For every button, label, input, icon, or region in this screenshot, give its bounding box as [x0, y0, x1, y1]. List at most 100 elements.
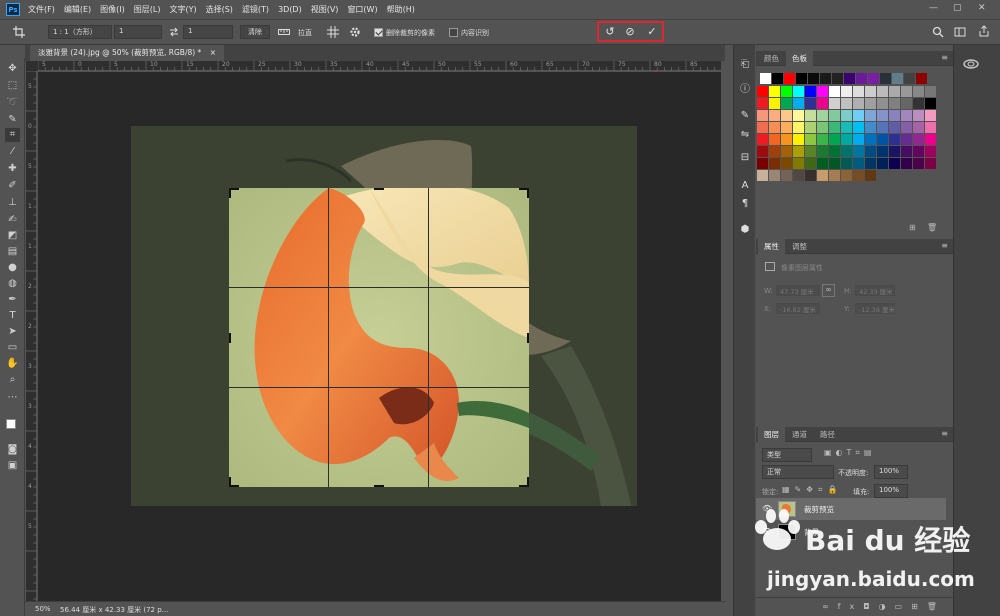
menu-edit[interactable]: 编辑(E) [64, 4, 91, 15]
crop-width-input[interactable]: 1 [114, 25, 162, 39]
swatch[interactable] [796, 73, 807, 84]
swatch[interactable] [793, 158, 804, 169]
creative-cloud-icon[interactable] [962, 57, 980, 71]
swatch[interactable] [829, 86, 840, 97]
swatch[interactable] [865, 86, 876, 97]
swatch[interactable] [877, 146, 888, 157]
swatch[interactable] [913, 122, 924, 133]
pen-tool-icon[interactable]: ✒ [5, 293, 20, 307]
swatch[interactable] [925, 122, 936, 133]
crop-handle-sw[interactable] [229, 477, 231, 487]
crop-height-input[interactable]: 1 [183, 25, 233, 39]
layer-row-background[interactable]: 👁 背景 [756, 521, 946, 543]
swatch[interactable] [757, 86, 768, 97]
swatch[interactable] [757, 146, 768, 157]
screen-mode-icon[interactable]: ▣ [5, 459, 20, 473]
eye-icon[interactable]: 👁 [762, 527, 772, 536]
foreground-color-swatch[interactable] [6, 419, 16, 429]
swatch[interactable] [853, 98, 864, 109]
swatch[interactable] [901, 110, 912, 121]
link-icon[interactable]: ∞ [822, 284, 835, 297]
delete-swatch-icon[interactable]: 🗑 [927, 223, 937, 232]
swatch[interactable] [925, 134, 936, 145]
quick-select-tool-icon[interactable]: ✎ [5, 113, 20, 127]
document-size[interactable]: 56.44 厘米 x 42.33 厘米 (72 p... [60, 605, 168, 615]
zoom-level[interactable]: 50% [35, 605, 51, 613]
swatch[interactable] [805, 170, 816, 181]
history-panel-icon[interactable]: ⎗ [738, 58, 752, 72]
swatch[interactable] [901, 98, 912, 109]
workspace-icon[interactable] [954, 26, 966, 38]
swatch[interactable] [913, 98, 924, 109]
straighten-icon[interactable] [278, 28, 290, 36]
document-tab[interactable]: 淡雅背景 (24).jpg @ 50% (裁剪预览, RGB/8) * × [30, 45, 224, 61]
swatch[interactable] [829, 98, 840, 109]
swatch[interactable] [781, 86, 792, 97]
crop-tool-icon[interactable]: ⌗ [5, 128, 20, 142]
marquee-tool-icon[interactable]: ⬚ [5, 79, 20, 93]
swatch[interactable] [901, 122, 912, 133]
swatch[interactable] [784, 73, 795, 84]
swatch[interactable] [853, 86, 864, 97]
menu-view[interactable]: 视图(V) [311, 4, 339, 15]
swatch[interactable] [901, 146, 912, 157]
swatch[interactable] [916, 73, 927, 84]
crop-box[interactable] [229, 188, 529, 487]
close-window-button[interactable]: ✕ [978, 3, 986, 13]
blur-tool-icon[interactable]: ● [5, 261, 20, 275]
swatch[interactable] [853, 170, 864, 181]
fill-field[interactable]: 100% [874, 484, 908, 498]
swatches-grid[interactable] [756, 71, 953, 231]
minimize-button[interactable]: — [929, 3, 938, 13]
swatch[interactable] [769, 170, 780, 181]
height-field[interactable]: 42.33 厘米 [855, 285, 895, 296]
swatch[interactable] [877, 122, 888, 133]
swatch[interactable] [832, 73, 843, 84]
swatch[interactable] [841, 170, 852, 181]
tab-color[interactable]: 颜色 [758, 51, 785, 66]
share-icon[interactable] [978, 25, 990, 38]
swatch[interactable] [805, 86, 816, 97]
swatch[interactable] [889, 110, 900, 121]
swatch[interactable] [829, 146, 840, 157]
reset-crop-button[interactable]: ↺ [601, 24, 619, 39]
swatch[interactable] [817, 134, 828, 145]
crop-handle-nw[interactable] [229, 188, 231, 198]
brush-panel-icon[interactable]: ✎ [738, 109, 752, 123]
swatch[interactable] [892, 73, 903, 84]
swatch[interactable] [865, 170, 876, 181]
swatch[interactable] [925, 158, 936, 169]
brush-presets-icon[interactable]: ⇋ [738, 128, 752, 142]
rectangle-tool-icon[interactable]: ▭ [5, 341, 20, 355]
swatch[interactable] [757, 170, 768, 181]
hand-tool-icon[interactable]: ✋ [5, 357, 20, 371]
tab-layers[interactable]: 图层 [758, 427, 785, 442]
straighten-label[interactable]: 拉直 [298, 28, 312, 38]
paragraph-panel-icon[interactable]: ¶ [738, 197, 752, 211]
swatch[interactable] [805, 158, 816, 169]
swatch[interactable] [877, 134, 888, 145]
dodge-tool-icon[interactable]: ◍ [5, 277, 20, 291]
swatch[interactable] [781, 146, 792, 157]
swatch[interactable] [889, 158, 900, 169]
menu-help[interactable]: 帮助(H) [387, 4, 415, 15]
more-tools-icon[interactable]: ⋯ [5, 391, 20, 405]
layer-filter-icons[interactable]: ▣◐T⌗▤ [824, 448, 876, 458]
overlay-grid-icon[interactable] [327, 26, 339, 38]
swatch[interactable] [817, 170, 828, 181]
swatch[interactable] [769, 122, 780, 133]
swatch[interactable] [841, 122, 852, 133]
maximize-button[interactable]: ▢ [953, 3, 962, 13]
delete-cropped-label[interactable]: 删除裁剪的像素 [386, 28, 435, 38]
swap-dimensions-icon[interactable] [169, 27, 179, 37]
swatch[interactable] [889, 146, 900, 157]
swatch[interactable] [805, 110, 816, 121]
swatch[interactable] [757, 134, 768, 145]
swatch[interactable] [757, 110, 768, 121]
swatch[interactable] [904, 73, 915, 84]
swatch[interactable] [865, 110, 876, 121]
commit-crop-button[interactable]: ✓ [643, 24, 661, 39]
tab-adjustments[interactable]: 调整 [786, 239, 813, 254]
swatch[interactable] [829, 122, 840, 133]
gradient-tool-icon[interactable]: ▤ [5, 245, 20, 259]
